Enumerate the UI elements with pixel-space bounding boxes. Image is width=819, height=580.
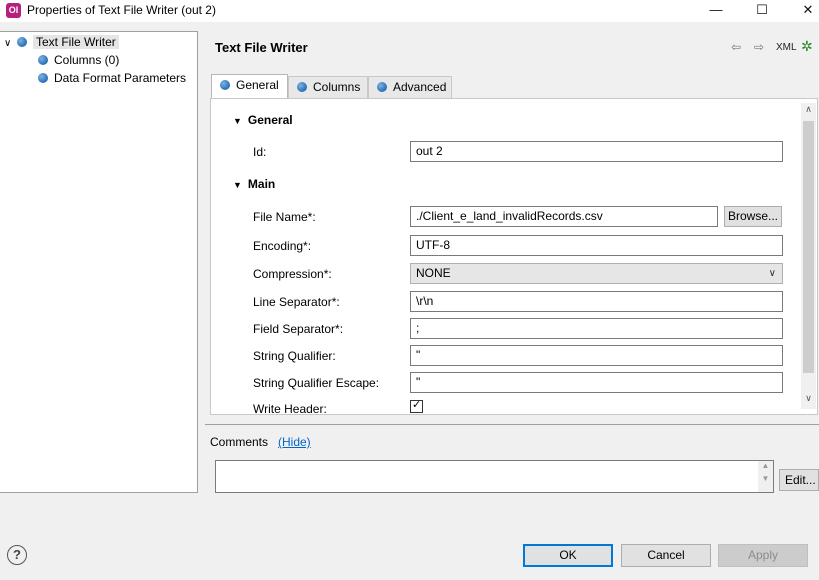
scrollbar-thumb[interactable] — [803, 121, 814, 373]
tree-item-label: Columns (0) — [54, 53, 120, 67]
comments-textarea[interactable]: ▲ ▼ — [215, 460, 774, 493]
tab-label: Columns — [313, 80, 361, 94]
ok-button[interactable]: OK — [523, 544, 613, 567]
title-bar: Ol Properties of Text File Writer (out 2… — [0, 0, 819, 22]
section-title: Main — [247, 177, 276, 191]
id-field[interactable]: out 2 — [410, 141, 783, 162]
app-icon: Ol — [6, 3, 21, 18]
xml-icon[interactable]: XML — [776, 42, 797, 53]
tab-advanced[interactable]: Advanced — [368, 76, 452, 98]
tree-item-label: Data Format Parameters — [54, 71, 187, 85]
tree-item-label: Text File Writer — [33, 35, 119, 49]
minimize-button[interactable]: — — [693, 0, 739, 22]
help-icon[interactable]: ? — [7, 545, 27, 565]
tab-label: Advanced — [393, 80, 447, 94]
field-separator-field[interactable]: ; — [410, 318, 783, 339]
string-qualifier-field[interactable]: " — [410, 345, 783, 366]
tab-label: General — [236, 78, 279, 92]
bug-icon[interactable]: ✲ — [801, 38, 813, 55]
tab-general[interactable]: General — [211, 74, 288, 98]
forward-arrow-icon[interactable]: ⇨ — [754, 40, 764, 54]
window-title: Properties of Text File Writer (out 2) — [27, 3, 216, 17]
maximize-button[interactable]: ☐ — [739, 0, 785, 22]
field-separator-label: Field Separator*: — [253, 322, 344, 336]
node-bullet-icon — [38, 55, 48, 65]
collapse-triangle-icon[interactable]: ▼ — [233, 116, 242, 126]
node-bullet-icon — [38, 73, 48, 83]
cancel-button[interactable]: Cancel — [621, 544, 711, 567]
tab-bullet-icon — [377, 82, 387, 92]
scroll-up-icon[interactable]: ▲ — [758, 461, 773, 470]
edit-comments-button[interactable]: Edit... — [779, 469, 819, 491]
section-main-header[interactable]: ▼ Main — [233, 177, 275, 191]
tab-bullet-icon — [220, 80, 230, 90]
string-qualifier-escape-field[interactable]: " — [410, 372, 783, 393]
line-separator-label: Line Separator*: — [253, 295, 340, 309]
tree-item-columns[interactable]: Columns (0) — [38, 51, 119, 69]
compression-value: NONE — [416, 266, 451, 280]
compression-select[interactable]: NONE ∨ — [410, 263, 783, 284]
line-separator-field[interactable]: \r\n — [410, 291, 783, 312]
comments-label: Comments — [210, 435, 269, 449]
file-name-field[interactable]: ./Client_e_land_invalidRecords.csv — [410, 206, 718, 227]
tab-columns[interactable]: Columns — [288, 76, 368, 98]
write-header-label: Write Header: — [253, 402, 327, 415]
hide-comments-link[interactable]: (Hide) — [278, 435, 311, 449]
write-header-checkbox[interactable]: ✓ — [410, 399, 423, 413]
panel-scrollbar[interactable]: ∧ ∨ — [801, 103, 816, 409]
collapse-triangle-icon[interactable]: ▼ — [233, 180, 242, 190]
chevron-down-icon: ∨ — [768, 268, 776, 279]
string-qualifier-label: String Qualifier: — [253, 349, 336, 363]
chevron-down-icon[interactable]: ∨ — [4, 35, 14, 53]
back-arrow-icon[interactable]: ⇦ — [731, 40, 741, 54]
scroll-down-icon[interactable]: ▼ — [758, 474, 773, 483]
file-name-label: File Name*: — [253, 210, 316, 224]
browse-button[interactable]: Browse... — [724, 206, 782, 227]
navigation-tree: ∨ Text File Writer Columns (0) Data Forma… — [0, 31, 198, 493]
section-general-header[interactable]: ▼ General — [233, 113, 293, 127]
section-title: General — [247, 113, 293, 127]
comments-scrollbar[interactable]: ▲ ▼ — [758, 461, 773, 492]
checkmark-icon: ✓ — [412, 399, 422, 411]
scroll-up-icon[interactable]: ∧ — [801, 104, 816, 115]
encoding-field[interactable]: UTF-8 — [410, 235, 783, 256]
scroll-down-icon[interactable]: ∨ — [801, 393, 816, 404]
compression-label: Compression*: — [253, 267, 332, 281]
encoding-label: Encoding*: — [253, 239, 312, 253]
id-label: Id: — [253, 145, 267, 159]
string-qualifier-escape-label: String Qualifier Escape: — [253, 376, 380, 390]
close-button[interactable]: ✕ — [785, 0, 819, 22]
tab-bullet-icon — [297, 82, 307, 92]
general-panel: ▼ General Id: out 2 ▼ Main File Name*: ./C… — [210, 98, 818, 415]
node-bullet-icon — [17, 37, 27, 47]
comments-separator — [205, 424, 819, 425]
apply-button[interactable]: Apply — [718, 544, 808, 567]
editor-title: Text File Writer — [215, 40, 308, 55]
tree-item-data-format-parameters[interactable]: Data Format Parameters — [38, 69, 186, 87]
tree-item-text-file-writer[interactable]: ∨ Text File Writer — [4, 33, 119, 51]
